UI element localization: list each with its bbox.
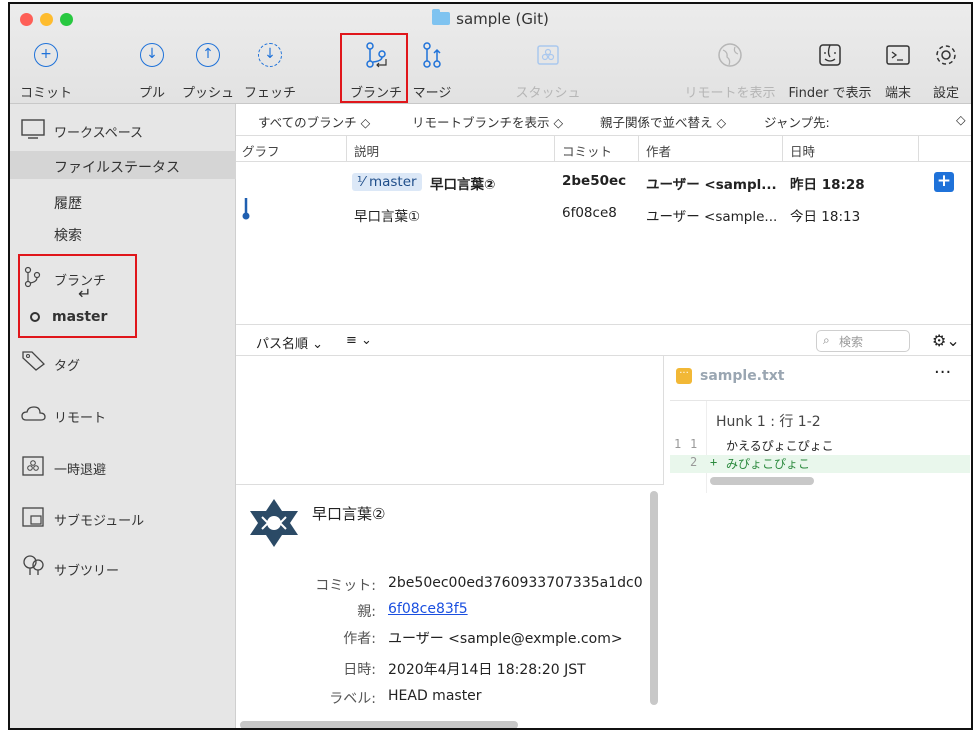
- file-list: [236, 356, 664, 484]
- list-view-dropdown[interactable]: ≡ ⌄: [346, 333, 372, 348]
- more-icon[interactable]: ···: [934, 362, 951, 383]
- sidebar-item-file-status[interactable]: ファイルステータス: [10, 151, 236, 179]
- fetch-icon: ↓: [258, 43, 282, 67]
- finder-icon: [819, 44, 841, 66]
- highlight-box: [18, 254, 137, 338]
- fetch-button[interactable]: ↓ フェッチ: [244, 40, 296, 101]
- search-input[interactable]: ⌕ 検索: [816, 330, 910, 352]
- diff-scrollbar[interactable]: [710, 477, 814, 485]
- submodule-icon: [22, 507, 44, 527]
- push-button[interactable]: ↑ プッシュ: [182, 40, 234, 101]
- stash-icon: [22, 456, 44, 476]
- horizontal-scrollbar[interactable]: [240, 721, 518, 728]
- commit-table-header: グラフ 説明 コミット 作者 日時: [236, 136, 971, 162]
- labels-value: HEAD master: [388, 688, 482, 704]
- commit-hash: 2be50ec00ed3760933707335a1dc0: [388, 575, 643, 591]
- terminal-icon: [886, 45, 910, 65]
- sidebar-item-subtrees[interactable]: サブツリー: [10, 554, 236, 580]
- filter-bar: すべてのブランチ ◇ リモートブランチを表示 ◇ 親子関係で並べ替え ◇ ジャン…: [236, 104, 971, 136]
- pull-button[interactable]: ↓ プル: [132, 40, 172, 101]
- sidebar: ワークスペース ファイルステータス 履歴 検索 ブランチ ↵ master タグ…: [10, 104, 236, 728]
- diff-line: 1 1 かえるぴょこぴょこ: [674, 437, 834, 453]
- cloud-icon: [21, 406, 46, 421]
- arrow-up-icon: ↑: [196, 43, 220, 67]
- show-in-finder-button[interactable]: Finder で表示: [788, 40, 872, 101]
- column-date[interactable]: 日時: [790, 141, 815, 160]
- diff-line-added: 2 + みぴょこぴょこ: [670, 455, 970, 473]
- toolbar: sample (Git) + コミット ↓ プル ↑ プッシュ ↓ フェッチ ブ…: [10, 4, 971, 104]
- merge-icon: [423, 42, 441, 68]
- column-author[interactable]: 作者: [646, 141, 671, 160]
- avatar: [250, 499, 298, 547]
- stash-button[interactable]: スタッシュ: [515, 40, 581, 101]
- gear-icon[interactable]: ⚙⌄: [932, 331, 960, 350]
- table-row[interactable]: 早口言葉① 6f08ce8 ユーザー <sample... 今日 18:13: [236, 198, 971, 230]
- sort-path-dropdown[interactable]: パス名順 ⌄: [256, 333, 323, 352]
- file-toolbar: パス名順 ⌄ ≡ ⌄ ⌕ 検索 ⚙⌄: [236, 324, 971, 356]
- add-button[interactable]: +: [934, 172, 954, 192]
- parent-link[interactable]: 6f08ce83f5: [388, 601, 468, 617]
- column-commit[interactable]: コミット: [562, 141, 612, 160]
- tree-icon: [23, 555, 44, 575]
- sidebar-item-submodules[interactable]: サブモジュール: [10, 504, 236, 530]
- author-value: ユーザー <sample@exmple.com>: [388, 631, 623, 647]
- highlight-box: [340, 33, 408, 103]
- commit-detail: 早口言葉② コミット: 2be50ec00ed3760933707335a1dc…: [236, 484, 664, 728]
- column-graph[interactable]: グラフ: [242, 141, 280, 160]
- hunk: Hunk 1 : 行 1-2 1 1 かえるぴょこぴょこ 2 + みぴょこぴょこ: [670, 400, 970, 493]
- file-icon: ···: [676, 368, 692, 384]
- stash-icon: [537, 45, 559, 65]
- app-window: sample (Git) + コミット ↓ プル ↑ プッシュ ↓ フェッチ ブ…: [8, 2, 973, 730]
- folder-icon: [432, 9, 451, 25]
- show-remote-button[interactable]: リモートを表示: [684, 40, 776, 101]
- sort-order-select[interactable]: 親子関係で並べ替え ◇: [600, 112, 726, 131]
- plus-icon: +: [34, 43, 58, 67]
- commit-button[interactable]: + コミット: [20, 40, 72, 101]
- commit-subject: 早口言葉②: [312, 505, 386, 523]
- sidebar-item-history[interactable]: 履歴: [10, 188, 236, 214]
- sidebar-item-search[interactable]: 検索: [10, 220, 236, 246]
- settings-button[interactable]: 設定: [926, 40, 966, 101]
- column-description[interactable]: 説明: [354, 141, 379, 160]
- table-row[interactable]: ⅟ master 早口言葉② 2be50ec ユーザー <sampl... 昨日…: [236, 166, 971, 198]
- monitor-icon: [21, 119, 45, 139]
- chevron-updown-icon[interactable]: ◇: [956, 112, 966, 127]
- diff-filename: sample.txt: [700, 368, 785, 384]
- sidebar-item-workspace[interactable]: ワークスペース: [10, 116, 236, 142]
- tag-icon: [22, 351, 45, 371]
- branch-badge: ⅟ master: [352, 173, 422, 191]
- sidebar-item-remotes[interactable]: リモート: [10, 401, 236, 427]
- globe-icon: [718, 43, 742, 67]
- date-value: 2020年4月14日 18:28:20 JST: [388, 662, 586, 678]
- all-branches-select[interactable]: すべてのブランチ ◇: [258, 112, 370, 131]
- terminal-button[interactable]: 端末: [878, 40, 918, 101]
- merge-button[interactable]: マージ: [412, 40, 452, 101]
- jump-to-select[interactable]: ジャンプ先:: [764, 112, 830, 131]
- branch-icon: ⅟: [357, 174, 365, 190]
- sidebar-item-tags[interactable]: タグ: [10, 349, 236, 375]
- diff-pane: ··· sample.txt ··· Hunk 1 : 行 1-2 1 1 かえ…: [664, 356, 971, 728]
- window-title: sample (Git): [10, 9, 971, 28]
- remote-branches-select[interactable]: リモートブランチを表示 ◇: [412, 112, 563, 131]
- hunk-header: Hunk 1 : 行 1-2: [716, 414, 821, 430]
- gear-icon: [936, 45, 956, 65]
- arrow-down-icon: ↓: [140, 43, 164, 67]
- vertical-scrollbar[interactable]: [650, 491, 658, 705]
- sidebar-item-stashes[interactable]: 一時退避: [10, 453, 236, 479]
- search-icon: ⌕: [823, 333, 830, 347]
